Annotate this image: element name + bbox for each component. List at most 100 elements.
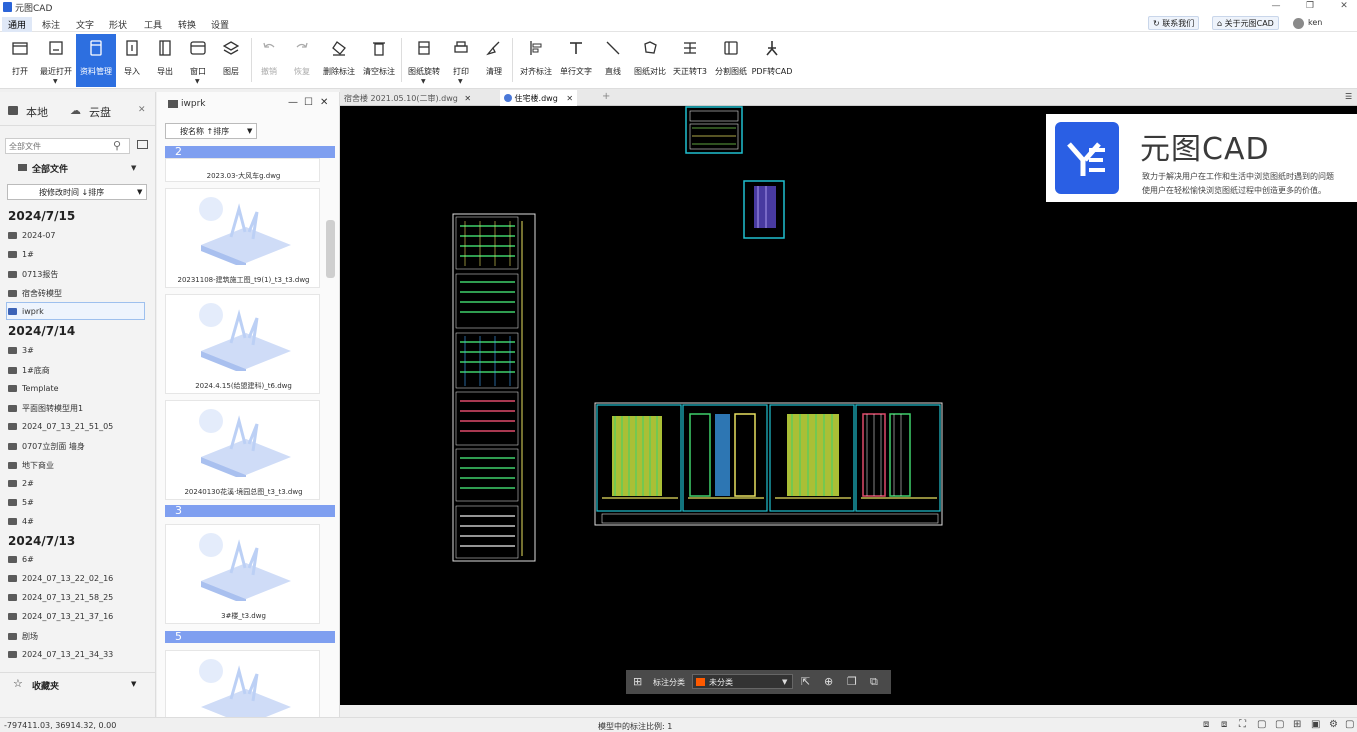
contact-us-button[interactable]: ↻ 联系我们 bbox=[1148, 16, 1200, 30]
list-item-selected[interactable]: iwprk bbox=[6, 302, 145, 320]
split-drawing-button[interactable]: 分割图纸 bbox=[711, 34, 751, 87]
close-icon[interactable]: ✕ bbox=[1334, 1, 1354, 11]
list-item[interactable]: 2024_07_13_22_02_16 bbox=[8, 570, 144, 588]
search-icon[interactable]: ⚲ bbox=[113, 139, 121, 152]
file-card[interactable]: 20240130花溪·境园总图_t3_t3.dwg bbox=[165, 400, 320, 500]
list-item[interactable]: 1# bbox=[8, 246, 144, 264]
all-files-label[interactable]: 全部文件 bbox=[32, 162, 68, 175]
sort-select[interactable]: 按修改时间 ↓排序 ▼ bbox=[7, 184, 147, 200]
export-annotation-icon[interactable]: ⇱ bbox=[801, 675, 810, 688]
tab-residential-dwg[interactable]: 住宅楼.dwg ✕ bbox=[500, 90, 578, 106]
fullscreen-icon[interactable]: ▢ bbox=[1345, 719, 1354, 730]
about-button[interactable]: ⌂ 关于元图CAD bbox=[1212, 16, 1279, 30]
list-item[interactable]: 5# bbox=[8, 494, 144, 512]
list-item[interactable]: 1#底商 bbox=[8, 361, 144, 379]
tab-local[interactable]: 本地 bbox=[26, 104, 48, 120]
menu-text[interactable]: 文字 bbox=[70, 17, 100, 32]
favorites-label[interactable]: 收藏夹 bbox=[32, 679, 59, 692]
name-sort-select[interactable]: 按名称 ↑排序 ▼ bbox=[165, 123, 257, 139]
tangent-to-t3-button[interactable]: 天正转T3 bbox=[670, 34, 710, 87]
menu-shape[interactable]: 形状 bbox=[103, 17, 133, 32]
list-item[interactable]: 2# bbox=[8, 475, 144, 493]
close-icon[interactable]: ✕ bbox=[320, 97, 328, 108]
chevron-down-icon[interactable]: ▼ bbox=[53, 78, 58, 85]
tab-cloud[interactable]: 云盘 bbox=[89, 104, 111, 120]
restore-icon[interactable]: ❐ bbox=[1300, 1, 1320, 11]
clear-annotation-button[interactable]: 清空标注 bbox=[359, 34, 399, 87]
menu-tools[interactable]: 工具 bbox=[138, 17, 168, 32]
minimize-icon[interactable]: — bbox=[1266, 1, 1286, 11]
list-item[interactable]: 2024_07_13_21_37_16 bbox=[8, 608, 144, 626]
export-icon bbox=[159, 40, 171, 56]
divider bbox=[0, 125, 155, 126]
file-card[interactable]: 2023.03-大风车g.dwg bbox=[165, 158, 320, 182]
rotate-drawing-button[interactable]: 图纸旋转 ▼ bbox=[404, 34, 444, 87]
layout-icon[interactable]: ▢ bbox=[1275, 719, 1284, 730]
grid-icon[interactable]: ⊞ bbox=[633, 675, 642, 688]
chevron-down-icon[interactable]: ▼ bbox=[195, 78, 200, 85]
chevron-down-icon[interactable]: ▼ bbox=[458, 78, 463, 85]
chevron-down-icon[interactable]: ▼ bbox=[421, 78, 426, 85]
file-panel-scrollbar[interactable] bbox=[326, 220, 335, 278]
copy-icon[interactable]: ❐ bbox=[847, 675, 857, 688]
list-item[interactable]: 2024_07_13_21_34_33 bbox=[8, 646, 144, 664]
zoom-extents-icon[interactable]: ⛶ bbox=[1239, 719, 1246, 730]
list-item[interactable]: 2024_07_13_21_51_05 bbox=[8, 418, 144, 436]
pdf-to-cad-button[interactable]: PDF转CAD bbox=[752, 34, 792, 87]
minimize-icon[interactable]: — bbox=[288, 97, 298, 108]
line-button[interactable]: 直线 bbox=[593, 34, 633, 87]
list-item[interactable]: 4# bbox=[8, 513, 144, 531]
list-item[interactable]: 2024-07 bbox=[8, 227, 144, 245]
locate-icon[interactable]: ⊕ bbox=[824, 675, 833, 688]
menu-convert[interactable]: 转换 bbox=[172, 17, 202, 32]
file-card[interactable]: 20231108-建筑施工图_t9(1)_t3_t3.dwg bbox=[165, 188, 320, 288]
menu-general[interactable]: 通用 bbox=[2, 17, 33, 32]
add-tab-button[interactable]: + bbox=[602, 91, 610, 102]
list-item[interactable]: Template bbox=[8, 380, 144, 398]
tab-menu-icon[interactable]: ☰ bbox=[1345, 92, 1352, 101]
file-card[interactable]: 3#楼_t3.dwg bbox=[165, 524, 320, 624]
paste-icon[interactable]: ⧉ bbox=[870, 675, 878, 689]
list-item[interactable]: 2024_07_13_21_58_25 bbox=[8, 589, 144, 607]
delete-annotation-button[interactable]: 删除标注 bbox=[319, 34, 359, 87]
list-item[interactable]: 0713报告 bbox=[8, 265, 144, 283]
layers-button[interactable]: 图层 bbox=[211, 34, 251, 87]
single-line-text-button[interactable]: 单行文字 bbox=[556, 34, 596, 87]
align-annotation-button[interactable]: 对齐标注 bbox=[516, 34, 556, 87]
search-input[interactable] bbox=[6, 139, 106, 153]
file-card[interactable] bbox=[165, 650, 320, 725]
maximize-icon[interactable]: ☐ bbox=[304, 97, 313, 108]
ortho-icon[interactable]: ⧈ bbox=[1221, 719, 1227, 730]
list-item[interactable]: 0707立剖面 墙身 bbox=[8, 437, 144, 455]
list-item[interactable]: 剧场 bbox=[8, 627, 144, 645]
close-icon[interactable]: ✕ bbox=[464, 94, 471, 103]
close-icon[interactable]: ✕ bbox=[138, 105, 146, 115]
list-item[interactable]: 宿舍砖模型 bbox=[8, 284, 144, 302]
list-item[interactable]: 平面图转模型用1 bbox=[8, 399, 144, 417]
menu-settings[interactable]: 设置 bbox=[205, 17, 235, 32]
recent-open-button[interactable]: 最近打开 ▼ bbox=[36, 34, 76, 87]
drawing-canvas[interactable]: 元图CAD 致力于解决用户在工作和生活中浏览图纸时遇到的问题 使用户在轻松愉快浏… bbox=[340, 106, 1357, 705]
view-icon[interactable]: ▢ bbox=[1257, 719, 1266, 730]
redo-button[interactable]: 恢复 bbox=[282, 34, 322, 87]
compare-drawing-button[interactable]: 图纸对比 bbox=[630, 34, 670, 87]
chevron-down-icon[interactable]: ▼ bbox=[131, 680, 136, 688]
close-icon[interactable]: ✕ bbox=[566, 94, 573, 103]
menu-annotate[interactable]: 标注 bbox=[36, 17, 66, 32]
category-select[interactable]: 未分类 ▼ bbox=[692, 674, 793, 689]
library-button[interactable]: 资料管理 bbox=[76, 34, 116, 87]
tab-dormitory-dwg[interactable]: 宿舍楼 2021.05.10(二审).dwg ✕ bbox=[340, 90, 475, 106]
snap-icon[interactable]: ⧈ bbox=[1203, 719, 1209, 730]
list-item[interactable]: 6# bbox=[8, 551, 144, 569]
chevron-down-icon[interactable]: ▼ bbox=[131, 164, 136, 172]
list-item[interactable]: 地下商业 bbox=[8, 456, 144, 474]
folder-open-icon[interactable] bbox=[137, 140, 148, 149]
list-item[interactable]: 3# bbox=[8, 342, 144, 360]
avatar[interactable] bbox=[1293, 18, 1304, 29]
gear-icon[interactable]: ⚙ bbox=[1329, 719, 1338, 730]
image-icon[interactable]: ▣ bbox=[1311, 719, 1320, 730]
open-button[interactable]: 打开 bbox=[0, 34, 40, 87]
cleanup-button[interactable]: 清理 bbox=[474, 34, 514, 87]
file-card[interactable]: 2024.4.15(给盟建科)_t6.dwg bbox=[165, 294, 320, 394]
grid-icon[interactable]: ⊞ bbox=[1293, 719, 1301, 730]
